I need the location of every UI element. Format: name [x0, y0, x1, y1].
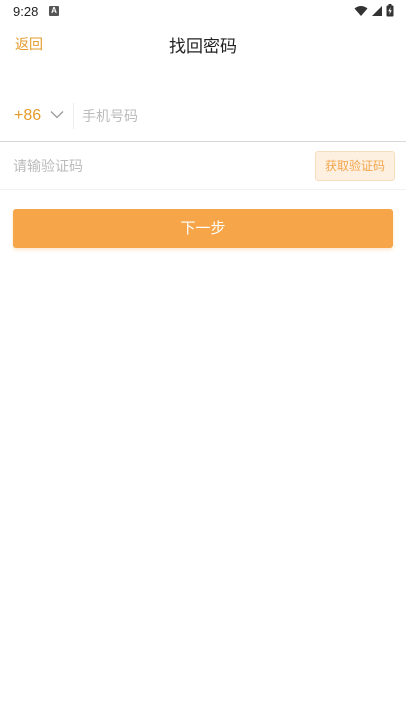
battery-charging-icon: [386, 4, 394, 17]
verification-code-input[interactable]: [13, 153, 293, 181]
wifi-icon: [354, 5, 368, 16]
page-title: 找回密码: [169, 37, 237, 57]
get-code-button[interactable]: 获取验证码: [315, 151, 395, 181]
code-row: 获取验证码: [0, 146, 406, 190]
status-time: 9:28: [13, 4, 39, 19]
header: 返回 找回密码: [0, 26, 406, 62]
country-code-selector[interactable]: +86: [14, 107, 41, 125]
status-icons: [354, 4, 394, 17]
signal-icon: [372, 5, 382, 16]
phone-input[interactable]: [82, 103, 382, 131]
a-icon: A: [49, 6, 59, 16]
chevron-down-icon[interactable]: [50, 110, 64, 119]
status-bar: 9:28 A: [0, 0, 406, 24]
divider: [73, 103, 74, 129]
next-button[interactable]: 下一步: [13, 209, 393, 248]
phone-row: +86: [0, 97, 406, 142]
